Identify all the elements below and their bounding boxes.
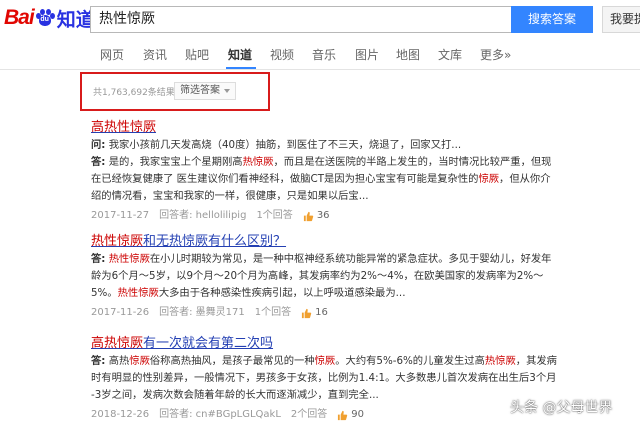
answer-text: ，而且是在送医院的半路上发生的，当时情况比较严重，但现 [273,156,552,168]
result-answer-line: 绍的情况看，宝宝和我家的一样，很健康，只是如果以后宝... [91,188,631,205]
answer-highlight: 惊厥 [478,173,500,185]
likes-count: 36 [316,210,330,221]
result-likes[interactable]: 16 [301,304,338,322]
question-text: 我家小孩前几天发高烧（40度）抽筋，到医住了不三天，烧退了，回家又打... [108,139,462,151]
thumbs-up-icon [303,211,314,221]
tab-maps[interactable]: 地图 [396,46,420,63]
result-answerer[interactable]: 回答者: cn#BGpLGLQakL [159,406,281,424]
result-answer-line: 在已经恢复健康了 医生建议你们看神经科，做脑CT是因为担心宝宝有可能是复杂性的惊… [91,171,631,188]
tab-more[interactable]: 更多» [480,46,511,63]
tab-news[interactable]: 资讯 [143,46,167,63]
result-likes[interactable]: 36 [303,207,340,225]
caret-down-icon [224,89,230,93]
result-answer-line: 时有明显的性别差异，一般情况下，男孩多于女孩，比例为1.4:1。大多数患儿首次发… [91,370,631,387]
answer-highlight: 热性惊厥 [117,287,159,299]
result-answer-count[interactable]: 1个回答 [255,304,291,322]
title-highlight: 高热性惊厥 [91,120,157,135]
tab-webpage[interactable]: 网页 [100,46,124,63]
result-likes[interactable]: 90 [337,406,374,424]
answer-text: 5%。 [91,287,118,299]
answer-text: 。大约有5%-6%的儿童发生过高 [335,355,485,367]
result-title[interactable]: 高热惊厥有一次就会有第二次吗 [91,334,631,353]
search-answer-button[interactable]: 搜索答案 [511,6,593,33]
annotation-highlight-box: 共1,763,692条结果 筛选答案 [80,72,270,111]
question-label: 问: [91,139,106,151]
answer-text: 高热 [108,355,130,367]
logo-bai-text: Bai [4,6,35,29]
title-text: 和无热惊厥有什么区别？ [143,234,287,249]
title-text: 有一次就会有第二次吗 [143,336,274,351]
result-date: 2017-11-26 [91,307,150,318]
likes-count: 90 [351,409,365,420]
filter-answers-label: 筛选答案 [180,85,220,96]
result-meta: 2017-11-26 回答者: 墨舞灵171 1个回答 16 [91,304,631,322]
answer-highlight: 热性惊厥 [108,253,150,265]
toutiao-watermark: 头条 @父母世界 [510,400,613,416]
title-highlight: 高热惊厥 [91,336,144,351]
baidu-paw-icon: du [35,8,55,28]
result-answer-line: 龄为6个月～5岁，以9个月～20个月为高峰，其发病率约为2%～4%，在欧美国家的… [91,268,631,285]
thumbs-up-icon [338,410,348,420]
answer-text: 绍的情况看，宝宝和我家的一样，很健康，只是如果以后宝... [91,190,369,202]
answer-label: 答: [91,355,106,367]
nav-bar: 网页 资讯 贴吧 知道 视频 音乐 图片 地图 文库 更多» [0,38,640,70]
result-date: 2017-11-27 [91,210,150,221]
thumbs-up-icon [302,308,312,318]
result-answer-line: 答: 高热惊厥俗称高热抽风，是孩子最常见的一种惊厥。大约有5%-6%的儿童发生过… [91,353,631,370]
answer-text: 龄为6个月～5岁，以9个月～20个月为高峰，其发病率约为2%～4%，在欧美国家的… [91,270,544,282]
result-question: 问: 我家小孩前几天发高烧（40度）抽筋，到医住了不三天，烧退了，回家又打... [91,137,631,154]
answer-text: ，但从你介 [499,173,551,185]
tab-images[interactable]: 图片 [355,46,379,63]
result-answerer[interactable]: 回答者: 墨舞灵171 [159,304,245,322]
answer-text: ，其发病 [515,355,557,367]
result-count: 共1,763,692条结果 [93,88,175,98]
result-answer-count[interactable]: 1个回答 [256,207,292,225]
result-item-1: 高热性惊厥 问: 我家小孩前几天发高烧（40度）抽筋，到医住了不三天，烧退了，回… [91,118,631,225]
result-answerer[interactable]: 回答者: hellolilipig [159,207,246,225]
answer-text: 大多由于各种感染性疾病引起，以上呼吸道感染最为... [158,287,406,299]
search-input[interactable]: 热性惊厥 [90,6,511,33]
result-answer-line: 答: 热性惊厥在小儿时期较为常见，是一种中枢神经系统功能异常的紧急症状。多见于婴… [91,251,631,268]
result-answer-count[interactable]: 2个回答 [291,406,327,424]
top-bar: Bai du 知道 热性惊厥 搜索答案 我要提问 [0,0,640,38]
answer-text: 在已经恢复健康了 医生建议你们看神经科，做脑CT是因为担心宝宝有可能是复杂性的 [91,173,479,185]
result-meta: 2017-11-27 回答者: hellolilipig 1个回答 36 [91,207,631,225]
answer-highlight: 热惊厥 [242,156,274,168]
answer-highlight: 惊厥 [129,355,150,367]
logo-du-text: du [40,16,49,23]
answer-label: 答: [91,156,106,168]
answer-text: 俗称高热抽风，是孩子最常见的一种 [149,355,315,367]
baidu-zhidao-logo[interactable]: Bai du 知道 [4,5,95,31]
result-title[interactable]: 高热性惊厥 [91,118,631,137]
result-title[interactable]: 热性惊厥和无热惊厥有什么区别？ [91,232,631,251]
answer-text: -3岁之间，发病次数会随着年龄的长大而逐渐减少，直到完全... [91,389,379,401]
ask-question-button[interactable]: 我要提问 [602,6,640,33]
logo-zhidao-text: 知道 [56,8,95,31]
answer-highlight: 惊厥 [314,355,336,367]
tab-tieba[interactable]: 贴吧 [185,46,209,63]
answer-text: 时有明显的性别差异，一般情况下，男孩多于女孩，比例为1.4:1。大多数患儿首次发… [91,372,557,384]
filter-answers-dropdown[interactable]: 筛选答案 [174,82,236,100]
tab-wenku[interactable]: 文库 [438,46,462,63]
result-answer-line: 5%。热性惊厥大多由于各种感染性疾病引起，以上呼吸道感染最为... [91,285,631,302]
answer-text: 是的，我家宝宝上个星期刚高 [108,156,243,168]
title-highlight: 热性惊厥 [91,234,144,249]
result-item-2: 热性惊厥和无热惊厥有什么区别？ 答: 热性惊厥在小儿时期较为常见，是一种中枢神经… [91,232,631,322]
active-tab-indicator [226,67,256,69]
tab-video[interactable]: 视频 [270,46,294,63]
result-date: 2018-12-26 [91,409,150,420]
result-answer-line: 答: 是的，我家宝宝上个星期刚高热惊厥，而且是在送医院的半路上发生的，当时情况比… [91,154,631,171]
answer-text: 在小儿时期较为常见，是一种中枢神经系统功能异常的紧急症状。多见于婴幼儿，好发年 [149,253,552,265]
tab-music[interactable]: 音乐 [312,46,336,63]
tab-zhidao[interactable]: 知道 [228,46,252,63]
answer-label: 答: [91,253,106,265]
answer-highlight: 热惊厥 [484,355,516,367]
likes-count: 16 [315,307,328,318]
